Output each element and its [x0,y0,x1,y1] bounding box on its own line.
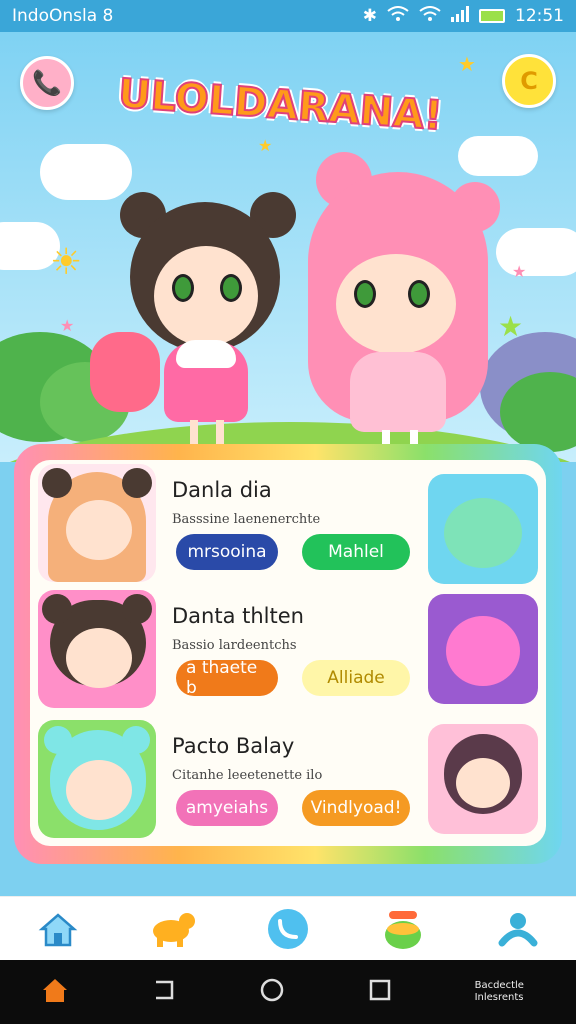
right-pill-button[interactable]: Vindlyoad! [302,790,410,826]
status-bar: IndoOnsla 8 ✱ 12:51 [0,0,576,32]
status-icons: ✱ 12:51 [362,5,564,27]
pet-thumbnail[interactable] [428,724,538,834]
avatar-ear [122,594,152,624]
item-name: Danta thlten [172,604,304,628]
avatar [38,720,156,838]
battery-icon [479,9,505,23]
bottom-nav [0,896,576,960]
pet-thumbnail[interactable] [428,594,538,704]
system-label-line2: Inlesrents [474,992,524,1003]
character-collar [176,340,236,368]
cloud-decoration [496,228,576,276]
home-circle-button[interactable] [259,977,285,1007]
character-pink-girl [300,142,500,462]
avatar-ear [122,726,150,754]
system-label-line1: Bacdectle [474,980,524,991]
pet-face [456,758,510,808]
nav-pets[interactable] [147,903,199,955]
bluetooth-icon: ✱ [362,6,377,26]
item-subtitle: Basssine laenenerchte [172,512,321,527]
refresh-icon: C [520,67,538,95]
left-pill-button[interactable]: mrsooina [176,534,278,570]
avatar-ear [42,468,72,498]
system-nav-bar: Bacdectle Inlesrents [0,960,576,1024]
character-dress [350,352,446,432]
home-icon [38,912,77,946]
clock: 12:51 [515,6,564,26]
back-button[interactable] [152,978,176,1006]
nav-home-system[interactable] [41,976,69,1008]
pet-body [446,616,520,686]
pet-thumbnail[interactable] [428,474,538,584]
jar-icon [385,910,422,949]
recents-button[interactable] [368,978,392,1006]
call-button[interactable]: 📞 [20,56,74,110]
eye [172,274,194,302]
character-face [336,254,456,354]
eye [220,274,242,302]
phone-icon: 📞 [32,69,62,97]
eye [408,280,430,308]
wifi-icon [387,5,409,27]
star-icon: ★ [512,262,527,281]
nav-home[interactable] [32,903,84,955]
circle-home-icon [260,978,284,1002]
list-item[interactable]: Pacto Balay Citanhe leeetenette ilo amye… [38,720,538,838]
carrier-label: IndoOnsla 8 [12,6,114,26]
home-icon [43,979,68,1002]
nav-call[interactable] [262,903,314,955]
back-icon [156,980,174,1000]
left-pill-button[interactable]: amyeiahs [176,790,278,826]
right-pill-button[interactable]: Alliade [302,660,410,696]
sun-icon: ☀ [50,242,83,283]
item-name: Danla dia [172,478,272,502]
refresh-button[interactable]: C [502,54,556,108]
pet-body [444,498,522,568]
item-name: Pacto Balay [172,734,295,758]
star-icon: ★ [458,52,476,76]
item-subtitle: Citanhe leeetenette ilo [172,768,323,783]
character-face [154,246,258,346]
star-icon: ★ [60,316,75,335]
list-item[interactable]: Danta thlten Bassio lardeentchs a thaete… [38,590,538,708]
star-icon: ★ [258,136,273,155]
app-title: ULOLDARANA! [116,70,445,141]
wifi-icon-2 [419,5,441,27]
doll-toy [90,332,160,412]
hero-banner: ☀ ★ ★ ★ ★ ★ ★ 📞 C ULOLDARANA! [0,32,576,462]
avatar [38,464,156,582]
avatar-face [66,628,132,688]
avatar-ear [44,726,72,754]
item-subtitle: Bassio lardeentchs [172,638,297,653]
people-icon [498,912,538,946]
right-pill-button[interactable]: Mahlel [302,534,410,570]
pet-icon [152,912,195,947]
signal-icon [451,5,469,27]
list-item[interactable]: Danla dia Basssine laenenerchte mrsooina… [38,464,538,584]
avatar-face [66,760,132,820]
avatar-ear [42,594,72,624]
phone-icon [267,908,308,949]
character-bear-girl [110,182,300,462]
eye [354,280,376,308]
avatar-face [66,500,132,560]
nav-friends[interactable] [492,903,544,955]
recents-icon [369,979,391,1001]
nav-store[interactable] [377,903,429,955]
system-label: Bacdectle Inlesrents [475,980,535,1004]
avatar [38,590,156,708]
avatar-ear [122,468,152,498]
left-pill-button[interactable]: a thaete b [176,658,278,698]
